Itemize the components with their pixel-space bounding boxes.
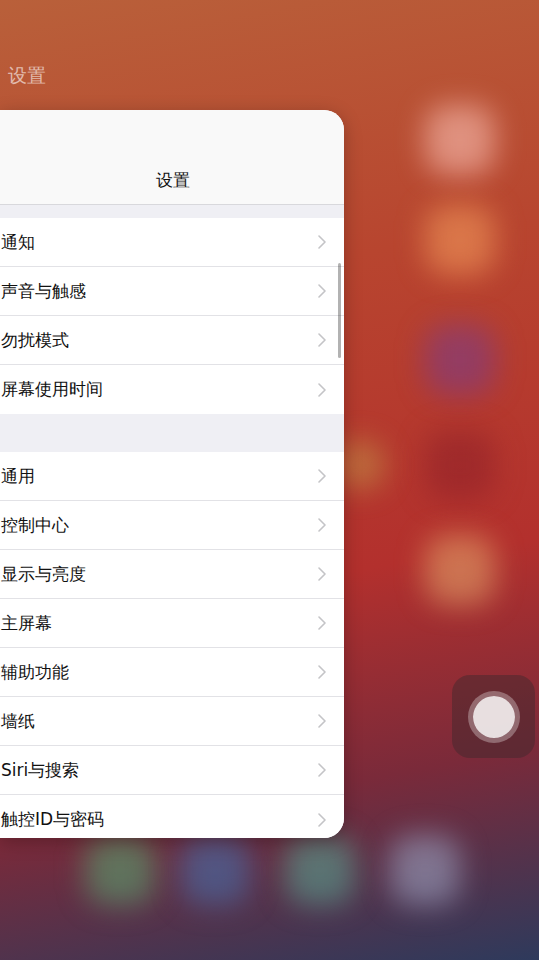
settings-row[interactable]: Siri与搜索 [0, 746, 344, 795]
app-label: 设置 [0, 0, 539, 110]
chevron-icon [318, 763, 326, 777]
chevron-icon [318, 383, 326, 397]
blurred-app-icon [390, 835, 460, 905]
settings-card[interactable]: 设置 通知 声音与触感 勿扰模式 屏幕使用时间 通用 控制中心 显示与亮度 主屏… [0, 110, 344, 838]
assistive-touch-button[interactable] [452, 675, 535, 758]
assistive-touch-icon [473, 696, 515, 738]
nav-title: 设置 [86, 169, 190, 192]
settings-row[interactable]: 主屏幕 [0, 599, 344, 648]
blurred-app-icon [285, 835, 355, 905]
row-label: 声音与触感 [1, 280, 86, 303]
nav-header: 设置 [0, 110, 344, 205]
chevron-icon [318, 567, 326, 581]
row-label: 通用 [1, 465, 35, 488]
settings-row[interactable]: 触控ID与密码 [0, 795, 344, 838]
blurred-app-icon [425, 430, 495, 500]
settings-row[interactable]: 墙纸 [0, 697, 344, 746]
chevron-icon [318, 813, 326, 827]
blurred-app-icon [425, 535, 495, 605]
chevron-icon [318, 665, 326, 679]
group-gap [0, 414, 344, 452]
app-switcher: 设置 设置 通知 声音与触感 勿扰模式 屏幕使用时间 通用 控制中心 显示与亮度… [0, 0, 539, 960]
chevron-icon [318, 714, 326, 728]
settings-row[interactable]: 通知 [0, 218, 344, 267]
settings-row[interactable]: 勿扰模式 [0, 316, 344, 365]
chevron-icon [318, 518, 326, 532]
settings-row[interactable]: 辅助功能 [0, 648, 344, 697]
row-label: 辅助功能 [1, 661, 69, 684]
row-label: 屏幕使用时间 [1, 378, 103, 401]
chevron-icon [318, 616, 326, 630]
group-gap [0, 205, 344, 218]
scroll-indicator [338, 263, 341, 358]
settings-row[interactable]: 声音与触感 [0, 267, 344, 316]
settings-group: 通知 声音与触感 勿扰模式 屏幕使用时间 [0, 218, 344, 414]
blurred-app-icon [85, 835, 155, 905]
row-label: 勿扰模式 [1, 329, 69, 352]
blurred-app-icon [425, 325, 495, 395]
settings-group: 通用 控制中心 显示与亮度 主屏幕 辅助功能 墙纸 Siri与搜索 触控ID与密… [0, 452, 344, 838]
chevron-icon [318, 235, 326, 249]
row-label: 主屏幕 [1, 612, 52, 635]
settings-row[interactable]: 显示与亮度 [0, 550, 344, 599]
blurred-app-icon [425, 105, 495, 175]
row-label: 显示与亮度 [1, 563, 86, 586]
row-label: 控制中心 [1, 514, 69, 537]
row-label: Siri与搜索 [1, 759, 79, 782]
chevron-icon [318, 333, 326, 347]
row-label: 墙纸 [1, 710, 35, 733]
settings-row[interactable]: 通用 [0, 452, 344, 501]
blurred-app-icon [425, 205, 495, 275]
chevron-icon [318, 284, 326, 298]
blurred-app-icon [180, 835, 250, 905]
row-label: 触控ID与密码 [1, 808, 104, 831]
chevron-icon [318, 469, 326, 483]
row-label: 通知 [1, 231, 35, 254]
settings-row[interactable]: 屏幕使用时间 [0, 365, 344, 414]
settings-row[interactable]: 控制中心 [0, 501, 344, 550]
